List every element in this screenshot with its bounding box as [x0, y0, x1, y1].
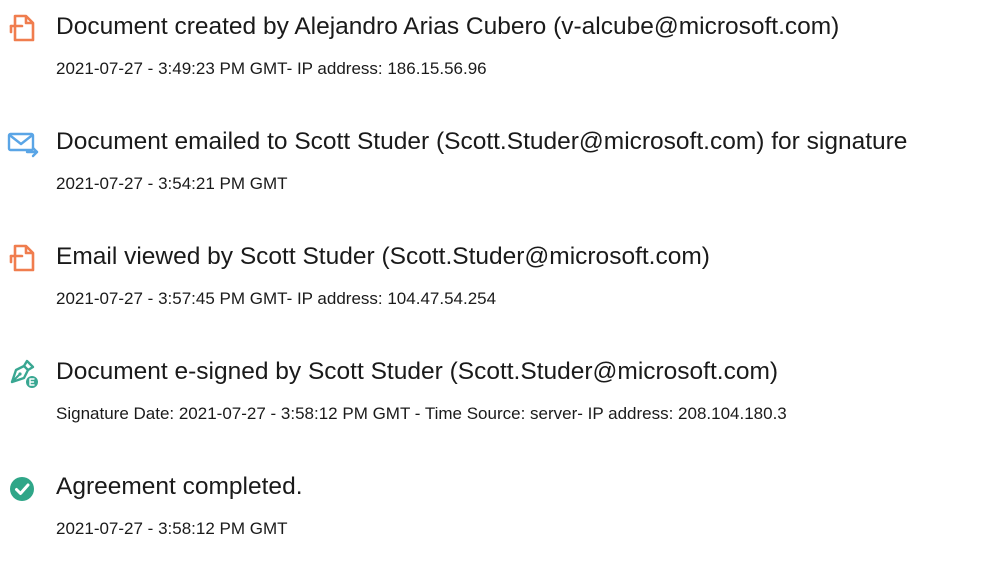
event-detail: 2021-07-27 - 3:49:23 PM GMT- IP address:… — [56, 59, 487, 78]
audit-event: Email viewed by Scott Studer (Scott.Stud… — [0, 234, 984, 334]
event-detail: 2021-07-27 - 3:54:21 PM GMT — [56, 174, 288, 193]
email-sent-icon — [7, 127, 39, 159]
audit-event: Agreement completed. 2021-07-27 - 3:58:1… — [0, 464, 984, 564]
check-circle-icon — [7, 472, 39, 504]
event-title: Document e-signed by Scott Studer (Scott… — [56, 358, 779, 385]
audit-event: Document e-signed by Scott Studer (Scott… — [0, 349, 984, 449]
e-signature-pen-icon — [7, 357, 39, 389]
event-title: Document emailed to Scott Studer (Scott.… — [56, 128, 908, 155]
event-detail: Signature Date: 2021-07-27 - 3:58:12 PM … — [56, 404, 787, 423]
event-detail: 2021-07-27 - 3:57:45 PM GMT- IP address:… — [56, 289, 497, 308]
document-icon — [7, 12, 39, 44]
event-detail: 2021-07-27 - 3:58:12 PM GMT — [56, 519, 288, 538]
audit-event: Document created by Alejandro Arias Cube… — [0, 4, 984, 104]
event-title: Email viewed by Scott Studer (Scott.Stud… — [56, 243, 710, 270]
event-title: Document created by Alejandro Arias Cube… — [56, 13, 840, 40]
audit-event: Document emailed to Scott Studer (Scott.… — [0, 119, 984, 219]
document-icon — [7, 242, 39, 274]
event-title: Agreement completed. — [56, 473, 303, 500]
